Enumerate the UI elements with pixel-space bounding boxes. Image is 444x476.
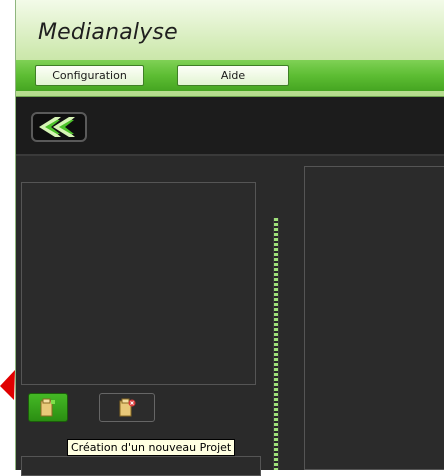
lower-panel [21, 456, 261, 476]
main-content: Création d'un nouveau Projet [16, 156, 444, 476]
back-button[interactable] [31, 112, 87, 142]
projects-panel [21, 182, 256, 385]
app-window: Medianalyse Configuration Aide Création … [15, 0, 444, 476]
red-pointer-arrow [0, 370, 15, 400]
panel-splitter[interactable] [273, 218, 279, 470]
delete-project-button[interactable] [99, 393, 155, 422]
configuration-button[interactable]: Configuration [35, 65, 144, 86]
folder-delete-icon [119, 398, 136, 416]
double-chevron-left-icon [39, 117, 75, 137]
tooltip: Création d'un nouveau Projet [67, 439, 236, 456]
menu-bar: Configuration Aide [16, 60, 444, 91]
folder-new-icon [40, 398, 55, 416]
app-header: Medianalyse Configuration Aide [16, 0, 444, 97]
details-panel [304, 166, 444, 470]
new-project-button[interactable] [28, 393, 68, 422]
aide-button[interactable]: Aide [177, 65, 289, 86]
toolbar [16, 97, 444, 156]
app-title: Medianalyse [38, 20, 178, 45]
